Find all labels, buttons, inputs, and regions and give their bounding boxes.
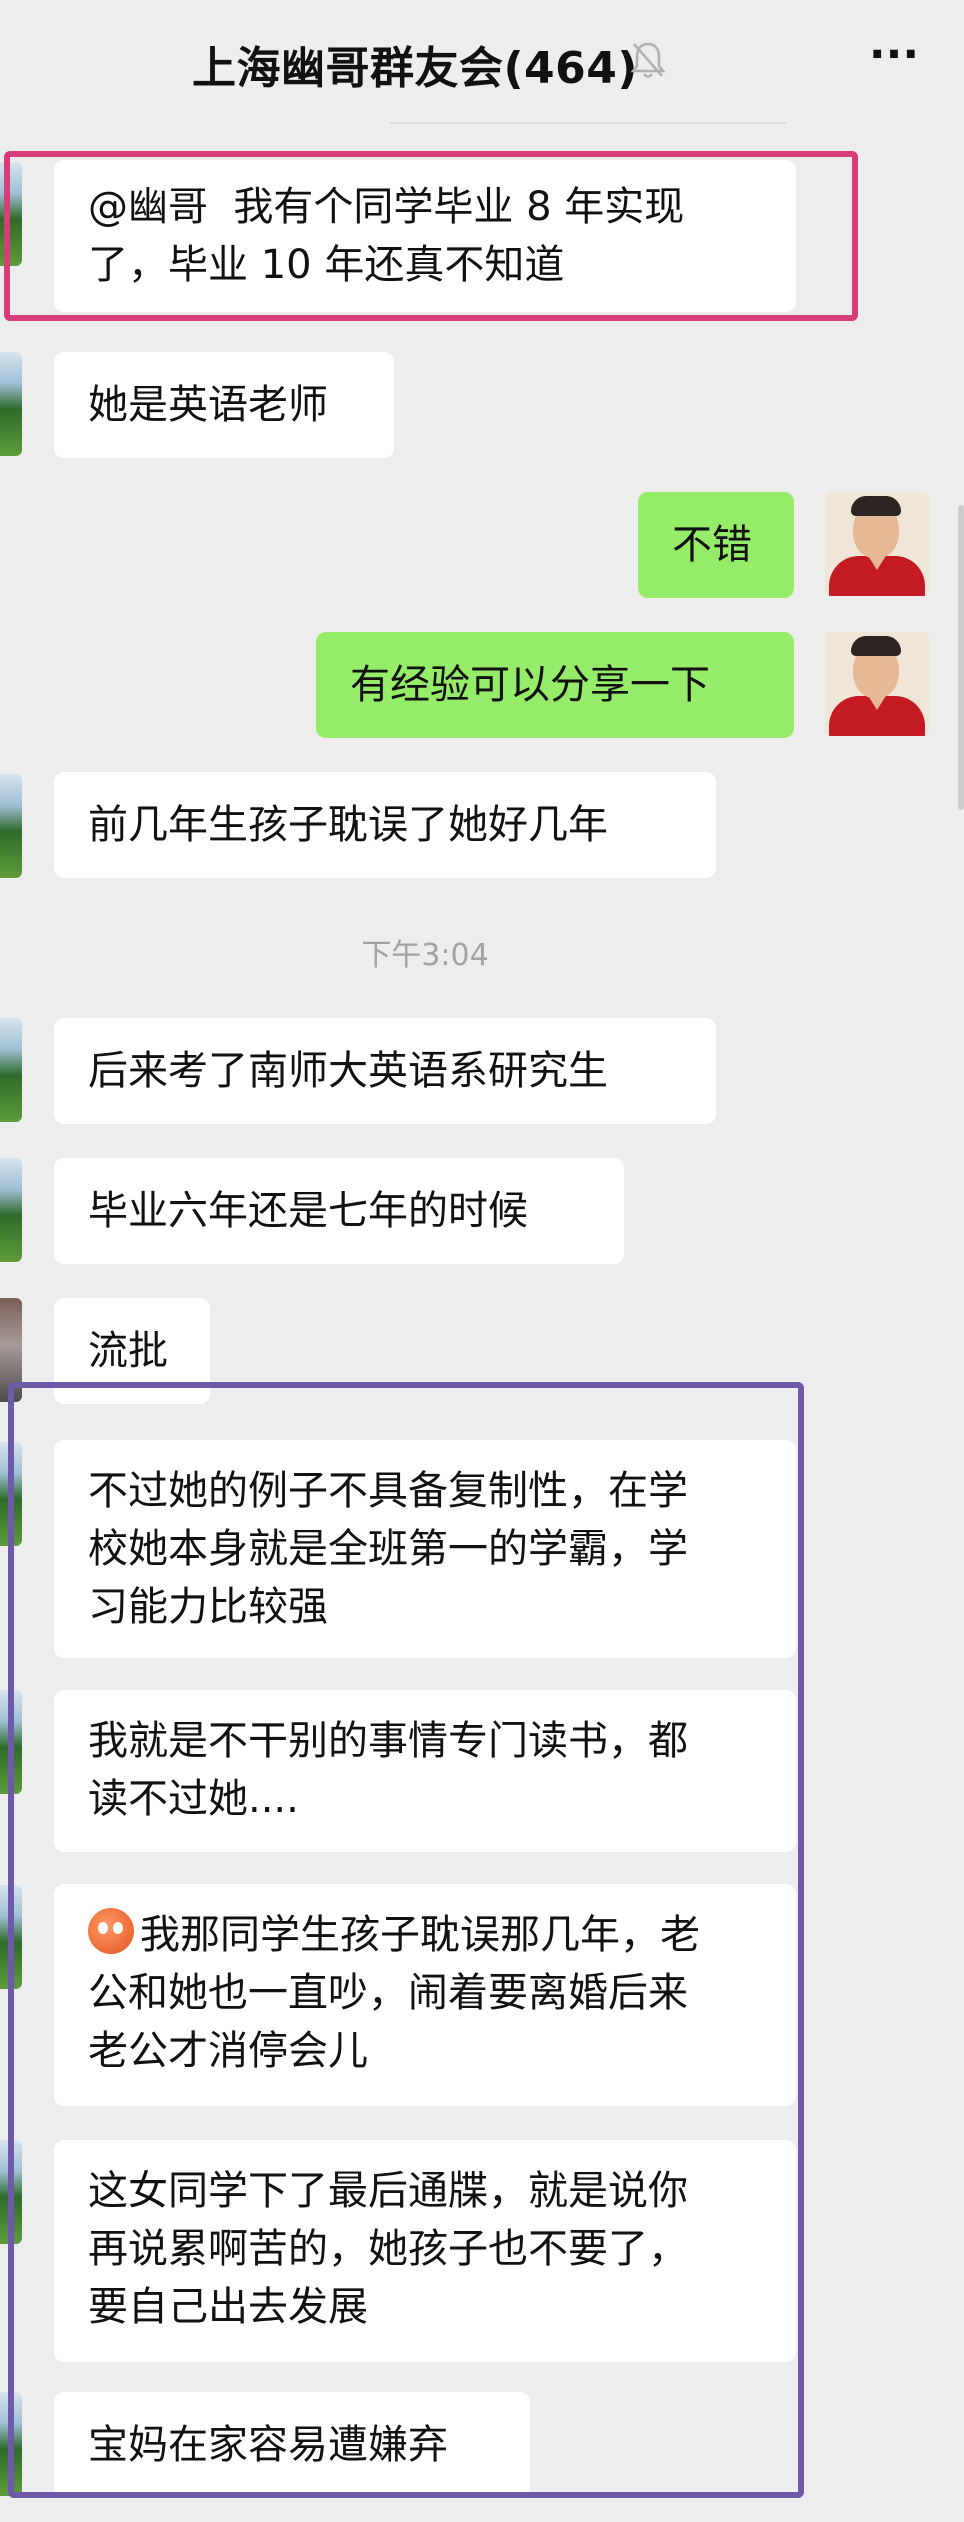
message-bubble[interactable]: 不错 (638, 492, 794, 598)
avatar[interactable] (825, 632, 929, 736)
bell-slash-icon (630, 42, 666, 78)
chat-header: 上海幽哥群友会(464) ··· (0, 0, 964, 120)
message-bubble[interactable]: 后来考了南师大英语系研究生 (54, 1018, 716, 1124)
more-options-icon[interactable]: ··· (864, 33, 924, 80)
group-title: 上海幽哥群友会(464) (191, 43, 639, 94)
highlight-frame-purple (8, 1382, 804, 2498)
timestamp: 下午3:04 (361, 938, 489, 973)
scrollbar[interactable] (958, 505, 964, 810)
avatar[interactable] (0, 1018, 22, 1122)
avatar[interactable] (0, 352, 22, 456)
avatar[interactable] (825, 492, 929, 596)
header-divider (390, 122, 786, 124)
message-bubble[interactable]: 毕业六年还是七年的时候 (54, 1158, 624, 1264)
message-bubble[interactable]: 有经验可以分享一下 (316, 632, 794, 738)
message-bubble[interactable]: 她是英语老师 (54, 352, 394, 458)
highlight-frame-pink (4, 151, 858, 321)
avatar[interactable] (0, 1158, 22, 1262)
avatar[interactable] (0, 774, 22, 878)
message-bubble[interactable]: 前几年生孩子耽误了她好几年 (54, 772, 716, 878)
